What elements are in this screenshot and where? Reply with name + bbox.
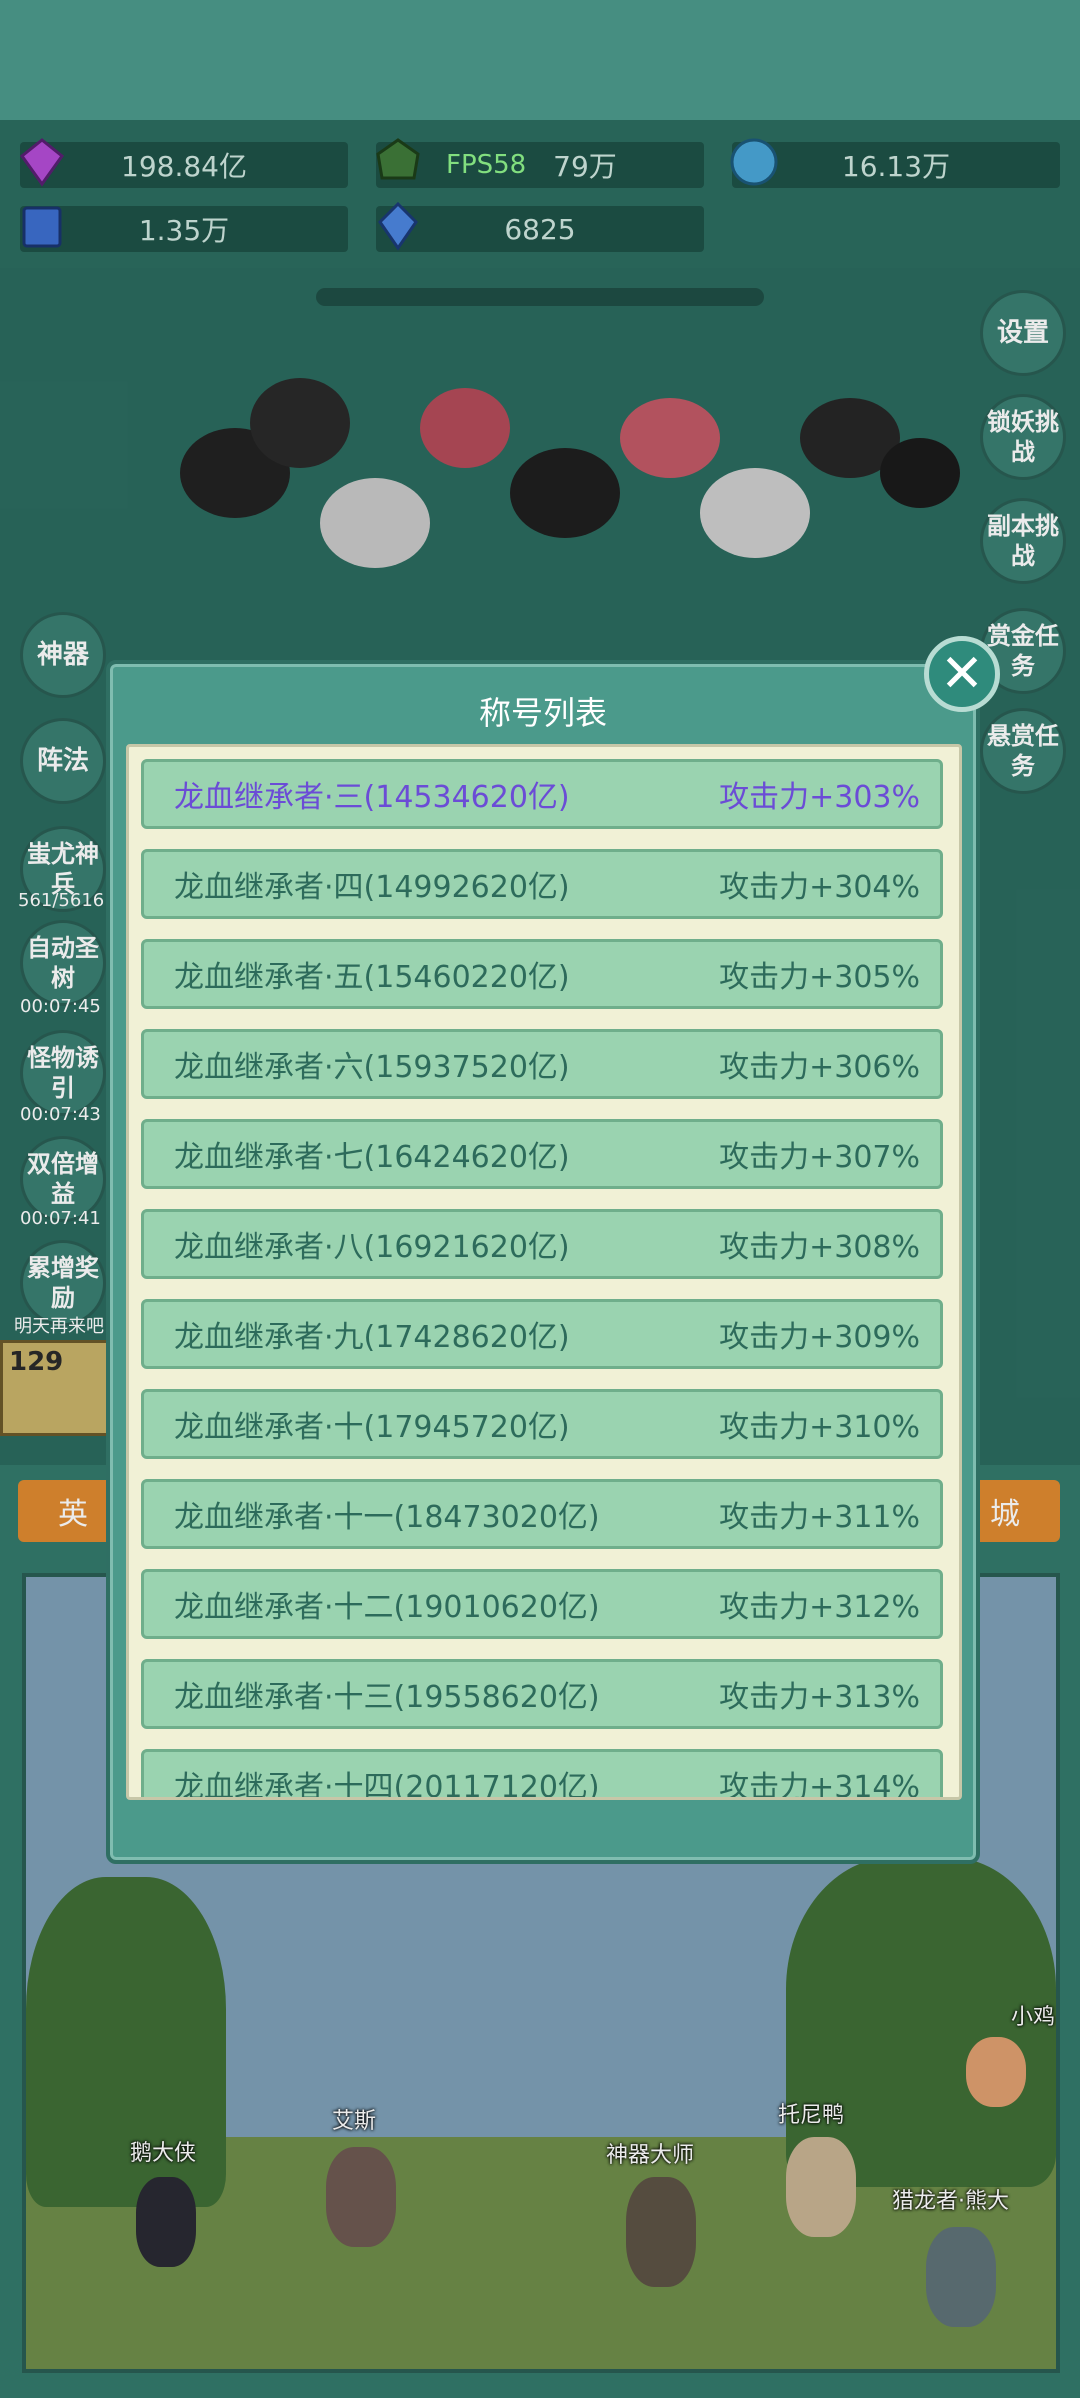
title-bonus: 攻击力+308%	[719, 1230, 920, 1265]
title-row[interactable]: 龙血继承者·四(14992620亿) 攻击力+304%	[141, 849, 943, 919]
title-row[interactable]: 龙血继承者·八(16921620亿) 攻击力+308%	[141, 1209, 943, 1279]
title-bonus: 攻击力+314%	[719, 1770, 920, 1800]
title-row[interactable]: 龙血继承者·六(15937520亿) 攻击力+306%	[141, 1029, 943, 1099]
title-bonus: 攻击力+310%	[719, 1410, 920, 1445]
title-bonus: 攻击力+306%	[719, 1050, 920, 1085]
title-row[interactable]: 龙血继承者·十二(19010620亿) 攻击力+312%	[141, 1569, 943, 1639]
title-bonus: 攻击力+307%	[719, 1140, 920, 1175]
title-name: 龙血继承者·四(14992620亿)	[174, 870, 570, 905]
title-name: 龙血继承者·五(15460220亿)	[174, 960, 570, 995]
title-name: 龙血继承者·六(15937520亿)	[174, 1050, 570, 1085]
title-name: 龙血继承者·十四(20117120亿)	[174, 1770, 600, 1800]
title-row[interactable]: 龙血继承者·五(15460220亿) 攻击力+305%	[141, 939, 943, 1009]
title-bonus: 攻击力+309%	[719, 1320, 920, 1355]
title-name: 龙血继承者·九(17428620亿)	[174, 1320, 570, 1355]
title-bonus: 攻击力+305%	[719, 960, 920, 995]
title-list-dialog: 称号列表 龙血继承者·三(14534620亿) 攻击力+303% 龙血继承者·四(1…	[106, 660, 980, 1864]
close-button[interactable]: ✕	[924, 636, 1000, 712]
title-row[interactable]: 龙血继承者·九(17428620亿) 攻击力+309%	[141, 1299, 943, 1369]
close-icon: ✕	[940, 644, 984, 704]
title-row[interactable]: 龙血继承者·十三(19558620亿) 攻击力+313%	[141, 1659, 943, 1729]
title-list[interactable]: 龙血继承者·三(14534620亿) 攻击力+303% 龙血继承者·四(149926…	[126, 744, 962, 1800]
title-row[interactable]: 龙血继承者·七(16424620亿) 攻击力+307%	[141, 1119, 943, 1189]
title-name: 龙血继承者·七(16424620亿)	[174, 1140, 570, 1175]
title-name: 龙血继承者·十(17945720亿)	[174, 1410, 570, 1445]
title-bonus: 攻击力+303%	[719, 780, 920, 815]
title-row[interactable]: 龙血继承者·十一(18473020亿) 攻击力+311%	[141, 1479, 943, 1549]
title-name: 龙血继承者·三(14534620亿)	[174, 780, 570, 815]
title-name: 龙血继承者·十二(19010620亿)	[174, 1590, 600, 1625]
title-name: 龙血继承者·八(16921620亿)	[174, 1230, 570, 1265]
title-bonus: 攻击力+311%	[719, 1500, 920, 1535]
title-row[interactable]: 龙血继承者·十四(20117120亿) 攻击力+314%	[141, 1749, 943, 1800]
title-name: 龙血继承者·十一(18473020亿)	[174, 1500, 600, 1535]
title-bonus: 攻击力+313%	[719, 1680, 920, 1715]
title-bonus: 攻击力+312%	[719, 1590, 920, 1625]
title-name: 龙血继承者·十三(19558620亿)	[174, 1680, 600, 1715]
title-bonus: 攻击力+304%	[719, 870, 920, 905]
title-row[interactable]: 龙血继承者·三(14534620亿) 攻击力+303%	[141, 759, 943, 829]
title-row[interactable]: 龙血继承者·十(17945720亿) 攻击力+310%	[141, 1389, 943, 1459]
dialog-title: 称号列表	[478, 694, 607, 732]
